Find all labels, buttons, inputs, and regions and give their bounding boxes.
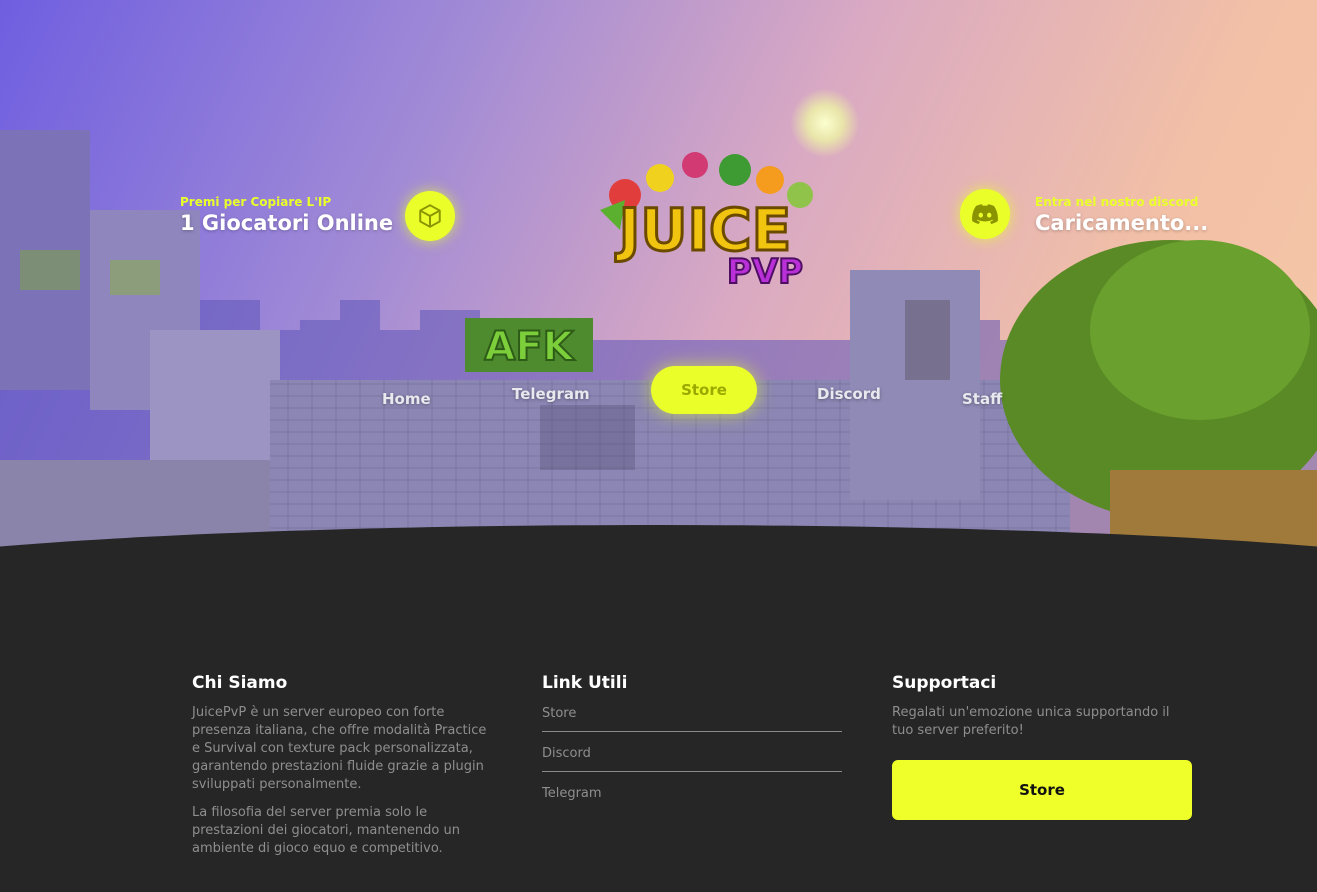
footer-link-discord[interactable]: Discord bbox=[542, 732, 842, 772]
footer-link-store[interactable]: Store bbox=[542, 692, 842, 732]
about-title: Chi Siamo bbox=[192, 673, 288, 693]
links-title: Link Utili bbox=[542, 673, 628, 693]
discord-kicker: Entra nel nostro discord bbox=[1035, 195, 1199, 209]
nav-store-button[interactable]: Store bbox=[651, 366, 757, 414]
copy-ip-block[interactable]: Premi per Copiare L'IP 1 Giocatori Onlin… bbox=[180, 195, 393, 237]
about-section: Chi Siamo JuicePvP è un server europeo c… bbox=[192, 672, 492, 858]
afk-sign: AFK bbox=[484, 324, 575, 370]
about-paragraph-1: JuicePvP è un server europeo con forte p… bbox=[192, 705, 487, 792]
discord-icon[interactable] bbox=[960, 189, 1010, 239]
discord-block[interactable]: Entra nel nostro discord Caricamento... bbox=[1035, 195, 1208, 237]
about-paragraph-2: La filosofia del server premia solo le p… bbox=[192, 805, 460, 856]
support-section: Supportaci Regalati un'emozione unica su… bbox=[892, 672, 1192, 820]
support-text: Regalati un'emozione unica supportando i… bbox=[892, 705, 1170, 738]
hero-section: AFK Premi per Copiare L'IP 1 Giocatori O… bbox=[0, 0, 1317, 560]
logo-text-pvp: PVP bbox=[727, 252, 803, 292]
nav-discord[interactable]: Discord bbox=[817, 385, 881, 403]
players-online: 1 Giocatori Online bbox=[180, 211, 394, 235]
box-icon[interactable] bbox=[405, 191, 455, 241]
discord-status: Caricamento... bbox=[1035, 211, 1209, 235]
footer-link-telegram[interactable]: Telegram bbox=[542, 772, 842, 812]
nav-telegram[interactable]: Telegram bbox=[512, 385, 590, 403]
links-list: Store Discord Telegram bbox=[542, 692, 842, 812]
nav-home[interactable]: Home bbox=[382, 390, 431, 408]
juicepvp-logo[interactable]: JUICE PVP bbox=[565, 140, 845, 295]
copy-ip-kicker: Premi per Copiare L'IP bbox=[180, 195, 332, 209]
support-title: Supportaci bbox=[892, 673, 997, 693]
nav-staff[interactable]: Staff bbox=[962, 390, 1002, 408]
support-store-button[interactable]: Store bbox=[892, 760, 1192, 820]
useful-links-section: Link Utili Store Discord Telegram bbox=[542, 672, 842, 812]
